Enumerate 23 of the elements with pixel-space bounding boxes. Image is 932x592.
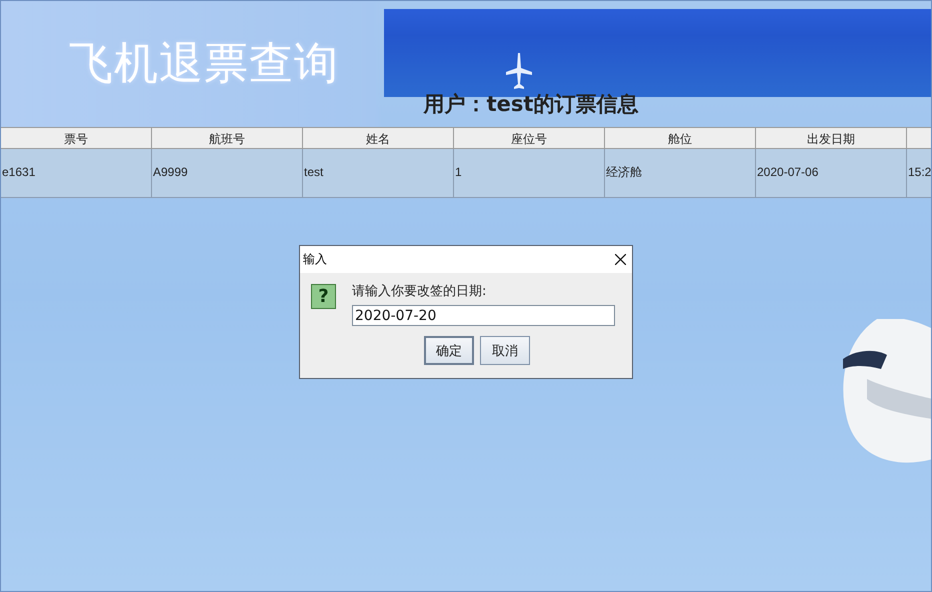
- table-cell: 1: [454, 149, 605, 198]
- dialog-button[interactable]: 取消: [480, 336, 530, 365]
- table-cell: A9999: [152, 149, 303, 198]
- table-cell: 2020-07-06: [756, 149, 907, 198]
- dialog-message: 请输入你要改签的日期:: [352, 283, 488, 301]
- column-header[interactable]: 姓名: [303, 127, 454, 149]
- page-subtitle: 用户：test的订票信息: [424, 91, 638, 117]
- table-cell: e1631: [1, 149, 152, 198]
- airplane-icon: [506, 53, 532, 91]
- table-cell: 15:2: [907, 149, 931, 198]
- table-cell: test: [303, 149, 454, 198]
- date-input-field[interactable]: 2020-07-20: [352, 305, 615, 326]
- column-header[interactable]: 票号: [1, 127, 152, 149]
- column-header[interactable]: 舱位: [605, 127, 756, 149]
- page-title: 飞机退票查询: [69, 39, 339, 89]
- dialog-button[interactable]: 确定: [424, 336, 474, 365]
- dialog-title: 输入: [303, 251, 327, 268]
- close-icon[interactable]: [615, 254, 626, 265]
- column-header[interactable]: 座位号: [454, 127, 605, 149]
- column-header[interactable]: 航班号: [152, 127, 303, 149]
- table-cell: 经济舱: [605, 149, 756, 198]
- question-icon: ?: [311, 284, 336, 309]
- column-header[interactable]: 出发日期: [756, 127, 907, 149]
